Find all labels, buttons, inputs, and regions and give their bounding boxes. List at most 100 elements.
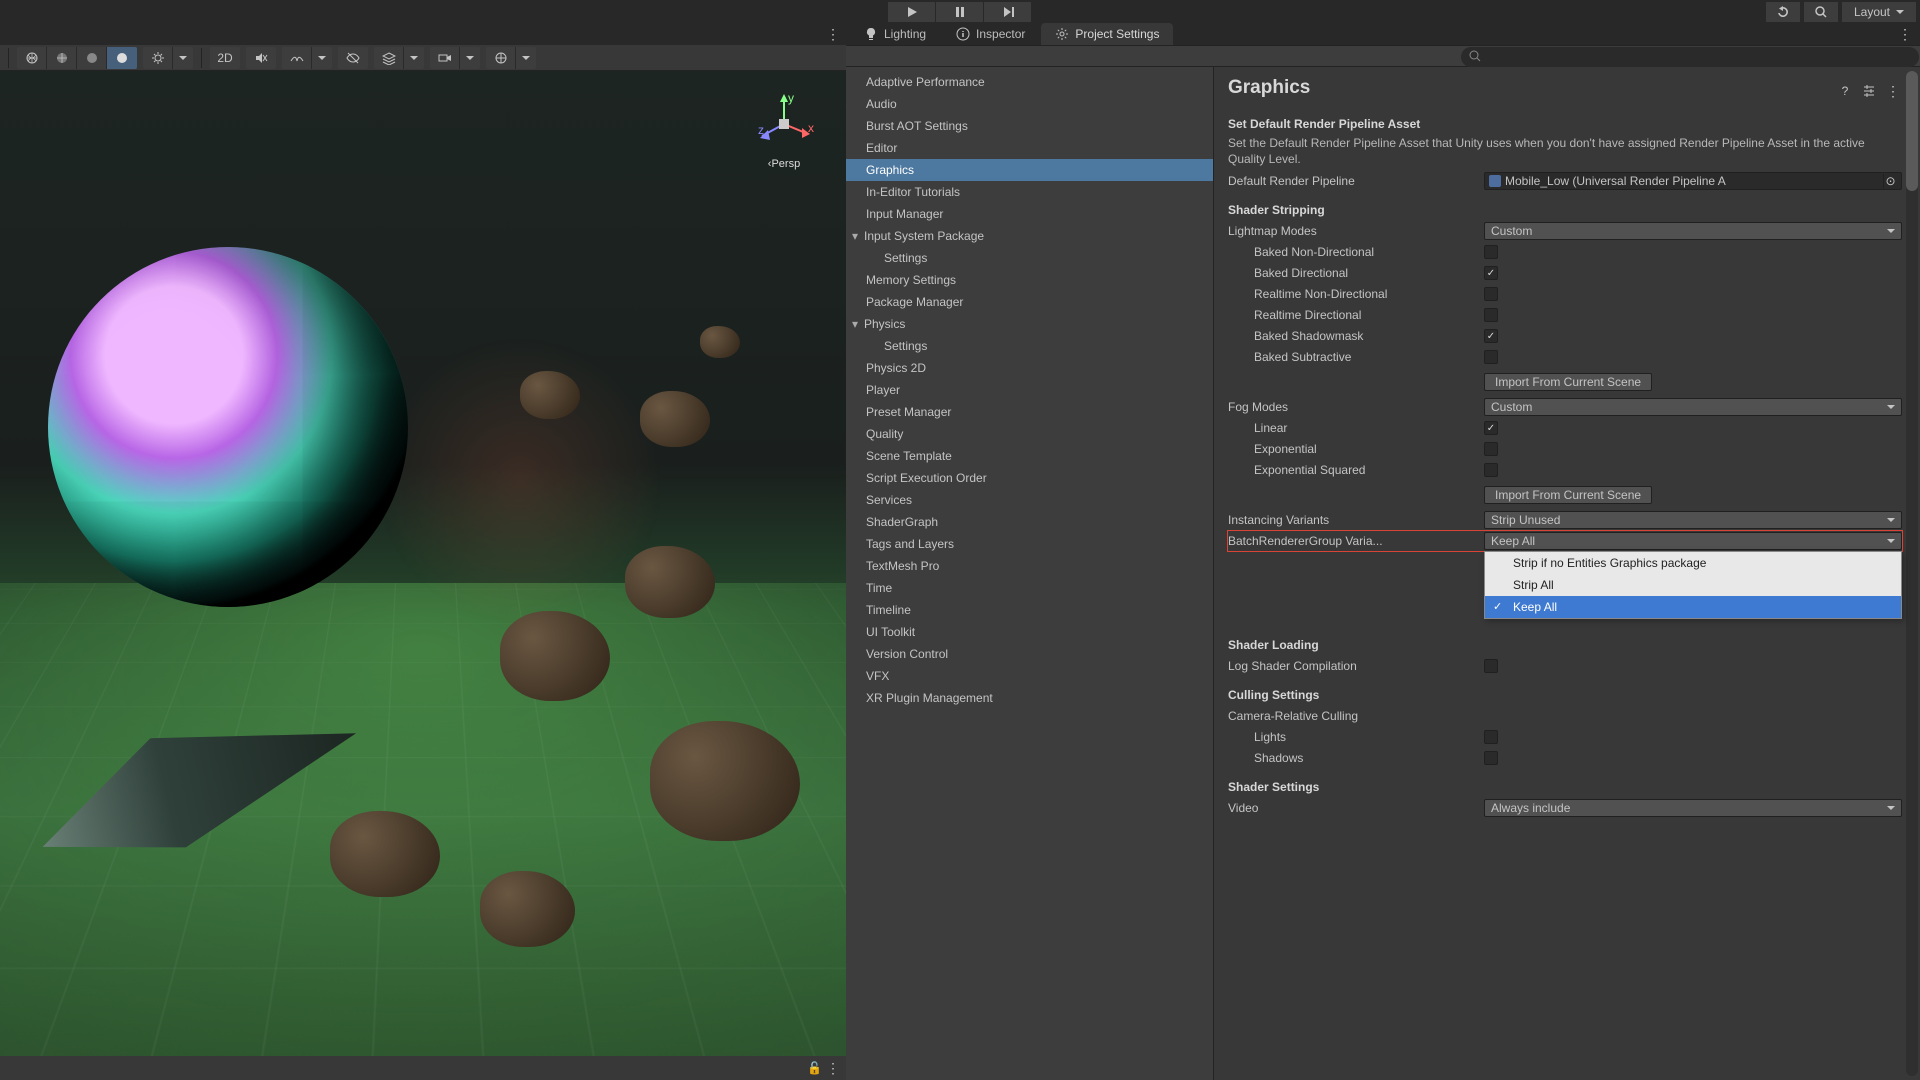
top-bar: Layout (0, 0, 1920, 23)
tree-item[interactable]: Version Control (846, 643, 1213, 665)
scene-viewport[interactable]: y x z ‹Persp (0, 71, 846, 1056)
tree-item[interactable]: Quality (846, 423, 1213, 445)
realtime-nondirectional-checkbox[interactable] (1484, 287, 1498, 301)
shading-wireframe-button[interactable] (17, 47, 47, 69)
default-render-pipeline-field[interactable]: Mobile_Low (Universal Render Pipeline A … (1484, 172, 1902, 190)
fog-exponential-squared-checkbox[interactable] (1484, 463, 1498, 477)
layers-dropdown[interactable] (404, 47, 424, 69)
tree-item[interactable]: Settings (846, 335, 1213, 357)
preset-icon[interactable] (1860, 82, 1878, 100)
fog-exponential-checkbox[interactable] (1484, 442, 1498, 456)
object-picker-icon[interactable]: ⊙ (1883, 174, 1897, 188)
import-from-scene-button[interactable]: Import From Current Scene (1484, 373, 1652, 391)
shading-shaded-button[interactable] (107, 47, 137, 69)
log-shader-checkbox[interactable] (1484, 659, 1498, 673)
fx-toggle[interactable] (282, 47, 312, 69)
section-header: Culling Settings (1228, 688, 1902, 702)
tree-item[interactable]: In-Editor Tutorials (846, 181, 1213, 203)
settings-category-tree: Adaptive Performance Audio Burst AOT Set… (846, 67, 1214, 1080)
fx-dropdown[interactable] (312, 47, 332, 69)
kebab-icon[interactable]: ⋮ (826, 1060, 840, 1077)
scene-asteroid (625, 546, 715, 618)
layers-toggle[interactable] (374, 47, 404, 69)
camera-button[interactable] (430, 47, 460, 69)
2d-toggle[interactable]: 2D (210, 47, 240, 69)
tree-item[interactable]: Preset Manager (846, 401, 1213, 423)
baked-subtractive-checkbox[interactable] (1484, 350, 1498, 364)
culling-lights-checkbox[interactable] (1484, 730, 1498, 744)
tree-item[interactable]: XR Plugin Management (846, 687, 1213, 709)
layout-dropdown[interactable]: Layout (1842, 2, 1916, 22)
section-header: Set Default Render Pipeline Asset (1228, 117, 1902, 131)
tree-item[interactable]: Timeline (846, 599, 1213, 621)
debug-draw-dropdown[interactable] (173, 47, 193, 69)
tree-item[interactable]: ShaderGraph (846, 511, 1213, 533)
orientation-gizmo[interactable]: y x z ‹Persp (748, 85, 820, 177)
tab-inspector[interactable]: Inspector (942, 23, 1039, 45)
settings-search-input[interactable] (1461, 47, 1919, 67)
video-shader-dropdown[interactable]: Always include (1484, 799, 1902, 817)
tree-item[interactable]: Package Manager (846, 291, 1213, 313)
section-header: Shader Settings (1228, 780, 1902, 794)
tree-item[interactable]: ▾Input System Package (846, 225, 1213, 247)
global-search-button[interactable] (1804, 2, 1838, 22)
dropdown-option[interactable]: ✓Keep All (1485, 596, 1901, 618)
kebab-icon[interactable]: ⋮ (1898, 26, 1912, 43)
dropdown-option[interactable]: Strip All (1485, 574, 1901, 596)
tree-item[interactable]: Burst AOT Settings (846, 115, 1213, 137)
lightmap-modes-dropdown[interactable]: Custom (1484, 222, 1902, 240)
tree-item-graphics[interactable]: Graphics (846, 159, 1213, 181)
kebab-icon[interactable]: ⋮ (826, 26, 840, 43)
scrollbar-track[interactable] (1906, 71, 1918, 1076)
undo-history-button[interactable] (1766, 2, 1800, 22)
debug-draw-button[interactable] (143, 47, 173, 69)
tree-item[interactable]: Audio (846, 93, 1213, 115)
kebab-icon[interactable]: ⋮ (1884, 82, 1902, 100)
tree-item[interactable]: Physics 2D (846, 357, 1213, 379)
tree-item[interactable]: Editor (846, 137, 1213, 159)
scene-asteroid (330, 811, 440, 897)
tab-project-settings[interactable]: Project Settings (1041, 23, 1173, 45)
tree-item[interactable]: Tags and Layers (846, 533, 1213, 555)
dropdown-option[interactable]: Strip if no Entities Graphics package (1485, 552, 1901, 574)
import-from-scene-button[interactable]: Import From Current Scene (1484, 486, 1652, 504)
baked-shadowmask-checkbox[interactable] (1484, 329, 1498, 343)
baked-nondirectional-checkbox[interactable] (1484, 245, 1498, 259)
shading-unlit-button[interactable] (77, 47, 107, 69)
tree-item[interactable]: TextMesh Pro (846, 555, 1213, 577)
tree-item[interactable]: Player (846, 379, 1213, 401)
gizmos-button[interactable] (486, 47, 516, 69)
tree-item[interactable]: UI Toolkit (846, 621, 1213, 643)
tree-item[interactable]: Input Manager (846, 203, 1213, 225)
pause-button[interactable] (936, 2, 984, 22)
tab-lighting[interactable]: Lighting (850, 23, 940, 45)
realtime-directional-checkbox[interactable] (1484, 308, 1498, 322)
tree-item[interactable]: Script Execution Order (846, 467, 1213, 489)
scrollbar-thumb[interactable] (1906, 71, 1918, 191)
help-icon[interactable]: ? (1836, 82, 1854, 100)
visibility-toggle[interactable] (338, 47, 368, 69)
fog-modes-dropdown[interactable]: Custom (1484, 398, 1902, 416)
tree-item[interactable]: Scene Template (846, 445, 1213, 467)
tree-item[interactable]: Adaptive Performance (846, 71, 1213, 93)
tree-item[interactable]: Memory Settings (846, 269, 1213, 291)
tree-item[interactable]: Services (846, 489, 1213, 511)
instancing-variants-dropdown[interactable]: Strip Unused (1484, 511, 1902, 529)
tree-item[interactable]: VFX (846, 665, 1213, 687)
camera-dropdown[interactable] (460, 47, 480, 69)
step-button[interactable] (984, 2, 1032, 22)
culling-shadows-checkbox[interactable] (1484, 751, 1498, 765)
shading-shaded-wire-button[interactable] (47, 47, 77, 69)
tree-item[interactable]: Settings (846, 247, 1213, 269)
lock-icon[interactable]: 🔓 (807, 1061, 822, 1075)
brg-variants-dropdown[interactable]: Keep All (1484, 532, 1902, 550)
fog-linear-checkbox[interactable] (1484, 421, 1498, 435)
tree-item[interactable]: Time (846, 577, 1213, 599)
play-button[interactable] (888, 2, 936, 22)
scene-asteroid (480, 871, 575, 947)
chevron-down-icon (466, 56, 474, 60)
tree-item[interactable]: ▾Physics (846, 313, 1213, 335)
gizmos-dropdown[interactable] (516, 47, 536, 69)
baked-directional-checkbox[interactable] (1484, 266, 1498, 280)
audio-toggle[interactable] (246, 47, 276, 69)
